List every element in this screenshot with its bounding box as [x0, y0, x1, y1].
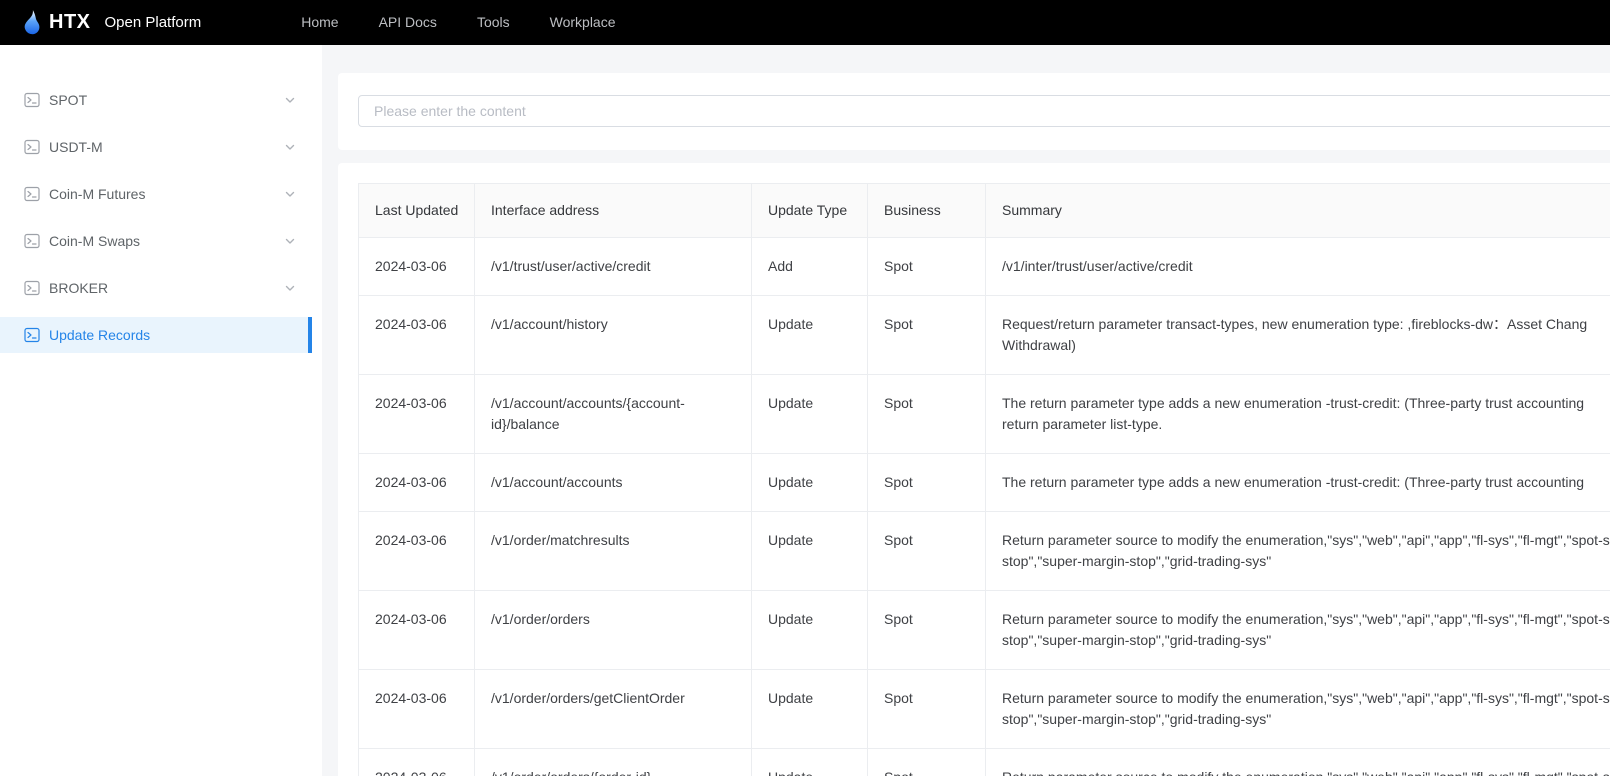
cell-update-type: Update — [751, 453, 868, 512]
cell-update-type: Add — [751, 237, 868, 296]
cell-interface-address: /v1/trust/user/active/credit — [474, 237, 752, 296]
update-records-table: Last Updated Interface address Update Type… — [358, 183, 1610, 776]
cell-update-type: Update — [751, 669, 868, 749]
cell-business: Spot — [867, 669, 986, 749]
cell-business: Spot — [867, 237, 986, 296]
chevron-down-icon — [284, 94, 296, 106]
table-row: 2024-03-06 /v1/order/matchresults Update… — [358, 511, 1610, 591]
cell-summary: Return parameter source to modify the en… — [985, 590, 1610, 670]
table-row: 2024-03-06 /v1/order/orders Update Spot … — [358, 590, 1610, 670]
table-body: 2024-03-06 /v1/trust/user/active/credit … — [358, 237, 1610, 776]
sidebar-item-label: BROKER — [49, 280, 109, 296]
cell-interface-address: /v1/account/accounts/{account-id}/balanc… — [474, 374, 752, 454]
cell-interface-address: /v1/order/orders/{order-id} — [474, 748, 752, 776]
htx-flame-icon — [22, 10, 41, 35]
table-row: 2024-03-06 /v1/order/orders/{order-id} U… — [358, 748, 1610, 776]
brand-logo[interactable]: HTX Open Platform — [22, 10, 201, 35]
sidebar-item-spot[interactable]: SPOT — [0, 82, 312, 118]
cell-update-type: Update — [751, 590, 868, 670]
terminal-icon — [24, 186, 40, 202]
cell-business: Spot — [867, 748, 986, 776]
search-input[interactable] — [358, 95, 1610, 127]
chevron-down-icon — [284, 282, 296, 294]
sidebar-item-label: Update Records — [49, 327, 151, 343]
table-row: 2024-03-06 /v1/order/orders/getClientOrd… — [358, 669, 1610, 749]
column-header-business: Business — [867, 183, 986, 238]
cell-interface-address: /v1/order/orders — [474, 590, 752, 670]
table-header-row: Last Updated Interface address Update Type… — [358, 183, 1610, 238]
brand-name: HTX — [49, 11, 91, 33]
cell-business: Spot — [867, 511, 986, 591]
terminal-icon — [24, 327, 40, 343]
cell-interface-address: /v1/order/orders/getClientOrder — [474, 669, 752, 749]
cell-summary: Return parameter source to modify the en… — [985, 748, 1610, 776]
column-header-interface-address: Interface address — [474, 183, 752, 238]
cell-update-type: Update — [751, 748, 868, 776]
terminal-icon — [24, 233, 40, 249]
column-header-update-type: Update Type — [751, 183, 868, 238]
sidebar-item-label: Coin-M Futures — [49, 186, 146, 202]
chevron-down-icon — [284, 141, 296, 153]
cell-update-type: Update — [751, 374, 868, 454]
nav-item-workplace[interactable]: Workplace — [550, 0, 616, 45]
cell-business: Spot — [867, 374, 986, 454]
sidebar-item-label: USDT-M — [49, 139, 103, 155]
sidebar-item-label: SPOT — [49, 92, 88, 108]
cell-last-updated: 2024-03-06 — [358, 295, 475, 375]
table-header: Last Updated Interface address Update Type… — [358, 183, 1610, 238]
cell-update-type: Update — [751, 295, 868, 375]
cell-interface-address: /v1/account/accounts — [474, 453, 752, 512]
chevron-down-icon — [284, 188, 296, 200]
table-row: 2024-03-06 /v1/account/accounts/{account… — [358, 374, 1610, 454]
cell-interface-address: /v1/order/matchresults — [474, 511, 752, 591]
cell-business: Spot — [867, 295, 986, 375]
cell-last-updated: 2024-03-06 — [358, 374, 475, 454]
cell-summary: The return parameter type adds a new enu… — [985, 453, 1610, 512]
terminal-icon — [24, 92, 40, 108]
cell-last-updated: 2024-03-06 — [358, 748, 475, 776]
terminal-icon — [24, 280, 40, 296]
cell-summary: Request/return parameter transact-types,… — [985, 295, 1610, 375]
terminal-icon — [24, 139, 40, 155]
cell-last-updated: 2024-03-06 — [358, 669, 475, 749]
main-content: Last UpdatedInterface addressUpdate Type… — [322, 45, 1610, 776]
cell-summary: Return parameter source to modify the en… — [985, 669, 1610, 749]
column-header-last-updated: Last Updated — [358, 183, 475, 238]
chevron-down-icon — [284, 235, 296, 247]
nav-item-api-docs[interactable]: API Docs — [379, 0, 437, 45]
sidebar-item-update-records[interactable]: Update Records — [0, 317, 312, 353]
cell-last-updated: 2024-03-06 — [358, 237, 475, 296]
cell-last-updated: 2024-03-06 — [358, 453, 475, 512]
cell-interface-address: /v1/account/history — [474, 295, 752, 375]
table-row: 2024-03-06 /v1/account/accounts Update S… — [358, 453, 1610, 512]
nav-item-tools[interactable]: Tools — [477, 0, 510, 45]
nav-links: Home API Docs Tools Workplace — [301, 0, 655, 45]
cell-summary: Return parameter source to modify the en… — [985, 511, 1610, 591]
sidebar-item-label: Coin-M Swaps — [49, 233, 141, 249]
sidebar-item-coin-m-futures[interactable]: Coin-M Futures — [0, 176, 312, 212]
cell-business: Spot — [867, 453, 986, 512]
cell-last-updated: 2024-03-06 — [358, 511, 475, 591]
sidebar: SPOT USDT-M Coin-M Futures Coin-M Swaps … — [0, 45, 322, 776]
column-header-summary: Summary — [985, 183, 1610, 238]
brand-subtitle: Open Platform — [104, 14, 202, 31]
cell-summary: The return parameter type adds a new enu… — [985, 374, 1610, 454]
cell-update-type: Update — [751, 511, 868, 591]
table-row: 2024-03-06 /v1/account/history Update Sp… — [358, 295, 1610, 375]
cell-last-updated: 2024-03-06 — [358, 590, 475, 670]
cell-business: Spot — [867, 590, 986, 670]
nav-item-home[interactable]: Home — [301, 0, 338, 45]
sidebar-item-coin-m-swaps[interactable]: Coin-M Swaps — [0, 223, 312, 259]
page-layout: SPOT USDT-M Coin-M Futures Coin-M Swaps … — [0, 45, 1610, 776]
cell-summary: /v1/inter/trust/user/active/credit — [985, 237, 1610, 296]
update-records-card: Last Updated Interface address Update Type… — [338, 163, 1610, 776]
table-row: 2024-03-06 /v1/trust/user/active/credit … — [358, 237, 1610, 296]
search-card — [338, 73, 1610, 150]
sidebar-item-broker[interactable]: BROKER — [0, 270, 312, 306]
top-navbar: HTX Open Platform Home API Docs Tools Workp… — [0, 0, 1610, 45]
sidebar-item-usdt-m[interactable]: USDT-M — [0, 129, 312, 165]
